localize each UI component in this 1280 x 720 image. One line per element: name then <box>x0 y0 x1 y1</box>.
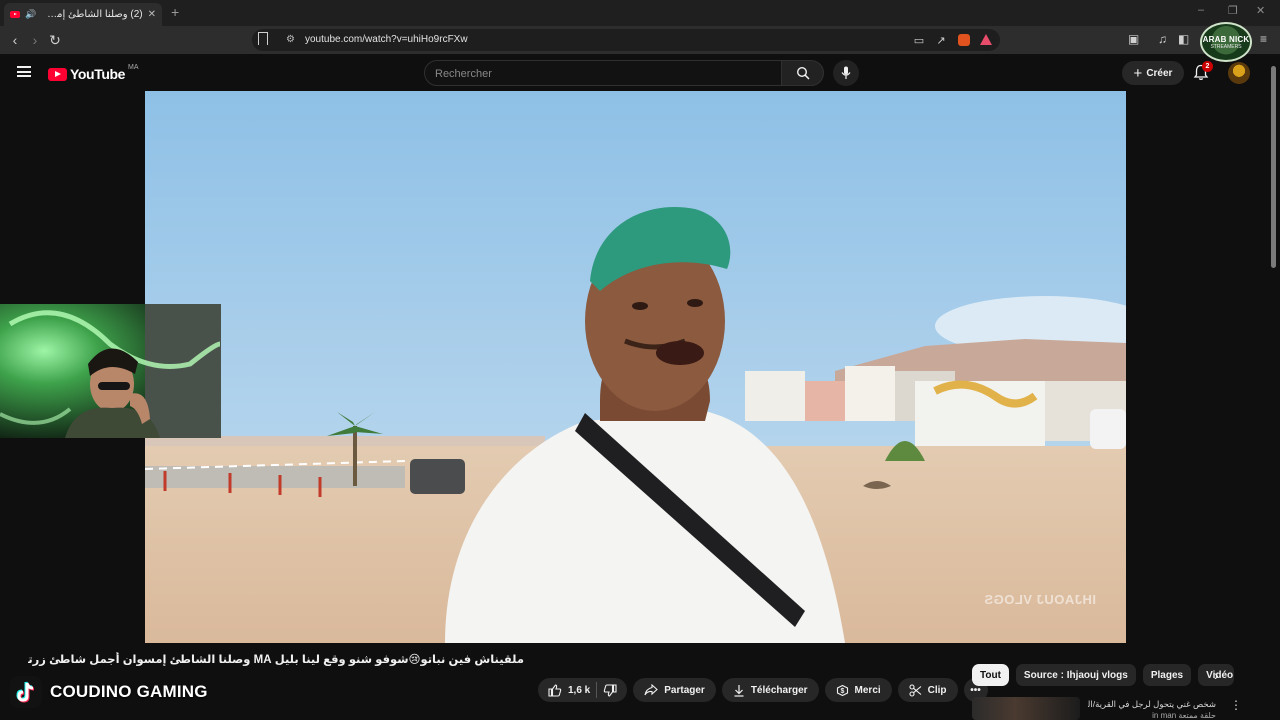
minimize-icon[interactable]: – <box>1198 4 1204 16</box>
scissors-icon <box>909 683 922 697</box>
share-button[interactable]: Partager <box>633 678 716 702</box>
svg-text:$: $ <box>840 688 844 695</box>
chip-beaches[interactable]: Plages <box>1142 664 1192 686</box>
scrollbar-thumb[interactable] <box>1271 66 1276 268</box>
new-tab-icon[interactable]: + <box>171 4 179 20</box>
thanks-icon: $ <box>836 684 848 696</box>
search-input[interactable]: Rechercher <box>424 60 782 86</box>
download-icon <box>734 684 744 697</box>
screen: 🔊 (2) وصلنا الشاطئ إمسوان أجمل ✕ + – ❐ ✕… <box>0 0 1280 720</box>
like-dislike-group: 1,6 k <box>538 678 628 702</box>
video-player[interactable]: IHJAOUJ VLOGS <box>145 91 1126 643</box>
browser-toolbar: ‹ › ↻ ⚙ youtube.com/watch?v=uhiHo9rcFXw … <box>0 26 1280 54</box>
chip-source[interactable]: Source : Ihjaouj vlogs <box>1015 664 1136 686</box>
maximize-icon[interactable]: ❐ <box>1228 4 1238 17</box>
chip-all[interactable]: Tout <box>972 664 1009 686</box>
media-control-icon[interactable]: ♫ <box>1158 32 1167 46</box>
plus-icon: + <box>1133 64 1143 82</box>
rewards-icon[interactable] <box>980 34 992 45</box>
notifications-button[interactable]: 2 <box>1193 61 1213 82</box>
screenshot-icon[interactable]: ▣ <box>1128 32 1139 46</box>
page-scrollbar[interactable] <box>1268 54 1280 720</box>
webcam-feed <box>0 304 221 438</box>
reload-icon[interactable]: ↻ <box>45 30 65 50</box>
tiktok-icon <box>10 676 42 708</box>
dislike-icon[interactable] <box>603 683 617 697</box>
menu-icon[interactable]: ≡ <box>1260 32 1267 46</box>
download-button[interactable]: Télécharger <box>721 678 819 702</box>
youtube-header: YouTube MA Rechercher + Créer 2 <box>0 54 1280 91</box>
forward-icon[interactable]: › <box>25 30 45 50</box>
streamer-tag-overlay: COUDINO GAMING <box>10 674 208 710</box>
chevron-right-icon[interactable]: › <box>1214 667 1219 683</box>
profile-badge-logo[interactable]: ARAB NICK STREAMERS <box>1200 22 1252 62</box>
video-watermark: IHJAOUJ VLOGS <box>984 592 1096 607</box>
browser-tab[interactable]: 🔊 (2) وصلنا الشاطئ إمسوان أجمل ✕ <box>4 3 162 26</box>
thanks-button[interactable]: $ Merci <box>824 678 892 702</box>
like-count[interactable]: 1,6 k <box>568 685 590 696</box>
streamer-name: COUDINO GAMING <box>50 682 208 701</box>
browser-tab-bar: 🔊 (2) وصلنا الشاطئ إمسوان أجمل ✕ + – ❐ ✕ <box>0 0 1280 26</box>
sidebar-icon[interactable]: ◧ <box>1178 32 1189 46</box>
search-placeholder: Rechercher <box>435 68 492 80</box>
search-icon <box>796 66 810 80</box>
recommendation-title[interactable]: شخص غني يتحول لرجل في القرية/العائلة <box>1088 699 1216 710</box>
back-icon[interactable]: ‹ <box>5 30 25 50</box>
youtube-play-icon <box>48 67 67 81</box>
bookmark-icon[interactable] <box>258 32 268 45</box>
cast-icon[interactable]: ▭ <box>912 33 926 47</box>
like-icon[interactable] <box>548 683 562 697</box>
share-page-icon[interactable]: ↗ <box>934 33 948 47</box>
address-bar[interactable]: ⚙ youtube.com/watch?v=uhiHo9rcFXw ▭ ↗ <box>252 29 1000 51</box>
guide-menu-icon[interactable] <box>17 66 31 77</box>
clip-button[interactable]: Clip <box>897 678 958 702</box>
recommendation-filter-chips: Tout Source : Ihjaouj vlogs Plages Vidéo <box>972 664 1235 686</box>
youtube-logo[interactable]: YouTube MA <box>48 64 139 82</box>
more-horizontal-icon: ••• <box>970 684 981 696</box>
close-window-icon[interactable]: ✕ <box>1256 4 1265 17</box>
recommendation-more-icon[interactable]: ⋮ <box>1230 698 1242 712</box>
video-frame <box>145 91 1126 643</box>
search-button[interactable] <box>781 60 824 86</box>
brave-shield-icon[interactable] <box>958 34 970 46</box>
tab-title: (2) وصلنا الشاطئ إمسوان أجمل <box>41 9 143 20</box>
recommendation-thumbnail[interactable] <box>972 697 1080 720</box>
video-actions: 1,6 k Partager Télécharger $ Merci Clip … <box>538 678 988 702</box>
video-title: ملقيناش فين نباتو😢شوفو شنو وقع لينا بليل… <box>28 654 524 666</box>
close-tab-icon[interactable]: ✕ <box>148 9 156 20</box>
audio-playing-icon[interactable]: 🔊 <box>25 9 36 20</box>
site-settings-icon[interactable]: ⚙ <box>286 34 295 45</box>
youtube-favicon-icon <box>10 11 20 18</box>
account-avatar[interactable] <box>1228 62 1250 84</box>
notification-count-badge: 2 <box>1202 61 1213 72</box>
like-divider <box>596 682 598 698</box>
recommendation-subtitle: حلقة ممتعة in man <box>1152 711 1216 720</box>
create-button[interactable]: + Créer <box>1122 61 1184 85</box>
streamer-webcam-overlay <box>0 304 221 438</box>
microphone-icon <box>841 66 851 79</box>
voice-search-button[interactable] <box>833 60 859 86</box>
url-text: youtube.com/watch?v=uhiHo9rcFXw <box>305 34 468 45</box>
search-bar: Rechercher <box>424 60 824 86</box>
share-icon <box>644 684 659 696</box>
